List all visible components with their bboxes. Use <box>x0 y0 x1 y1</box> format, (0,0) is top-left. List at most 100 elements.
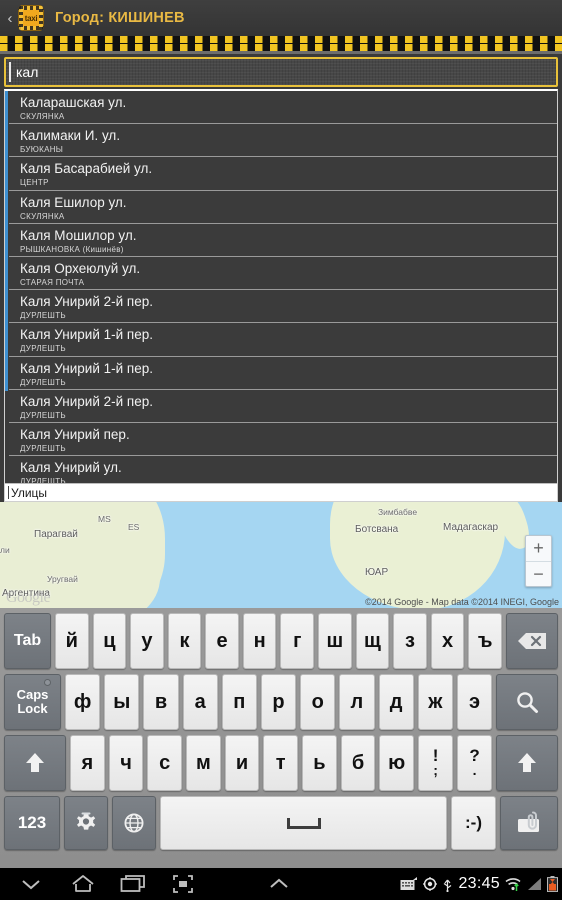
recents-icon[interactable] <box>120 874 146 894</box>
search-icon[interactable] <box>496 674 559 730</box>
suggestion-district: ДУРЛЕШТЬ <box>20 344 66 354</box>
status-icon-tray: 23:45 <box>400 868 558 900</box>
usb-glyph <box>444 879 452 892</box>
key-ы[interactable]: ы <box>104 674 140 730</box>
keyboard-row-4: 123 :-) <box>4 796 558 850</box>
wifi-glyph <box>505 877 521 891</box>
clipboard-glyph <box>518 811 539 832</box>
suggestion-item[interactable]: Каля Мошилор ул. РЫШКАНОВКА (Кишинёв) <box>9 223 557 257</box>
key-spacebar[interactable] <box>160 796 447 850</box>
map-label: Ботсвана <box>355 524 399 535</box>
key-caps-lock[interactable]: Caps Lock <box>4 674 61 730</box>
suggestion-item[interactable]: Каля Орхеюлуй ул. СТАРАЯ ПОЧТА <box>9 256 557 291</box>
signal-glyph <box>528 878 541 890</box>
key-у[interactable]: у <box>130 613 164 669</box>
gear-icon[interactable] <box>64 796 108 850</box>
key-е[interactable]: е <box>205 613 239 669</box>
key-т[interactable]: т <box>263 735 299 791</box>
suggestion-item[interactable]: Каля Унирий 1-й пер. ДУРЛЕШТЬ <box>9 323 557 357</box>
key-о[interactable]: о <box>300 674 336 730</box>
key-д[interactable]: д <box>378 674 414 730</box>
key-ч[interactable]: ч <box>108 735 144 791</box>
key-tab[interactable]: Tab <box>4 613 51 669</box>
suggestion-district: СКУЛЯНКА <box>20 211 65 221</box>
key-а[interactable]: а <box>182 674 218 730</box>
suggestion-item[interactable]: Каля Басарабией ул. ЦЕНТР <box>9 157 557 191</box>
key-п[interactable]: п <box>221 674 257 730</box>
key-emoji[interactable]: :-) <box>451 796 496 850</box>
suggestion-street-name: Каля Унирий ул. <box>20 460 122 476</box>
hide-keyboard-chevron-icon[interactable] <box>20 877 42 891</box>
suggestion-item[interactable]: Каля Ешилор ул. СКУЛЯНКА <box>9 190 557 224</box>
shift-arrow-icon[interactable] <box>4 735 66 791</box>
taxi-checker-stripe <box>0 36 562 51</box>
suggestion-item[interactable]: Каля Унирий 2-й пер. ДУРЛЕШТЬ <box>9 290 557 324</box>
suggestion-street-name: Калимаки И. ул. <box>20 128 121 144</box>
key-к[interactable]: к <box>167 613 202 669</box>
expand-chevron-icon[interactable] <box>268 877 290 891</box>
clipboard-icon[interactable] <box>500 796 558 850</box>
suggestion-item[interactable]: Каларашская ул. СКУЛЯНКА <box>9 91 557 125</box>
key-э[interactable]: э <box>456 674 493 730</box>
suggestion-item[interactable]: Калимаки И. ул. БУЮКАНЫ <box>9 124 557 158</box>
dropdown-scrollbar[interactable] <box>5 91 8 391</box>
key-question-period[interactable]: ? . <box>457 735 493 791</box>
key-н[interactable]: н <box>242 613 277 669</box>
suggestion-item[interactable]: Каля Унирий 2-й пер. ДУРЛЕШТЬ <box>9 389 557 423</box>
backspace-icon[interactable] <box>505 613 558 669</box>
key-ф[interactable]: ф <box>65 674 101 730</box>
key-я[interactable]: я <box>70 735 105 791</box>
key-ъ[interactable]: ъ <box>468 613 502 669</box>
suggestion-street-name: Каля Унирий пер. <box>20 426 130 442</box>
dropdown-footer-label: Улицы <box>11 485 48 500</box>
key-м[interactable]: м <box>186 735 221 791</box>
map-zoom-controls[interactable]: + − <box>525 535 552 587</box>
system-navigation-bar: 23:45 <box>0 868 562 900</box>
key-exclamation-semicolon[interactable]: ! ; <box>418 735 454 791</box>
keyboard-status-icon[interactable] <box>400 877 418 891</box>
taxi-app-icon[interactable]: taxi <box>18 5 44 31</box>
key-б[interactable]: б <box>340 735 376 791</box>
key-punct2-bottom: . <box>472 762 477 778</box>
suggestion-district: ДУРЛЕШТЬ <box>20 443 66 453</box>
key-punct1-top: ! <box>432 746 439 765</box>
key-р[interactable]: р <box>260 674 297 730</box>
key-щ[interactable]: щ <box>355 613 390 669</box>
key-ю[interactable]: ю <box>379 735 415 791</box>
map-label: ES <box>128 522 140 532</box>
taxi-icon-checker-left <box>19 6 23 30</box>
key-й[interactable]: й <box>55 613 89 669</box>
key-в[interactable]: в <box>143 674 179 730</box>
globe-icon[interactable] <box>112 796 156 850</box>
map-label: ли <box>0 545 10 555</box>
key-ц[interactable]: ц <box>92 613 127 669</box>
key-г[interactable]: г <box>280 613 315 669</box>
shift-glyph-right <box>518 753 537 772</box>
map-zoom-out-button[interactable]: − <box>526 562 551 587</box>
key-ж[interactable]: ж <box>417 674 453 730</box>
key-с[interactable]: с <box>147 735 183 791</box>
suggestion-item[interactable]: Каля Унирий пер. ДУРЛЕШТЬ <box>9 422 557 457</box>
key-ш[interactable]: ш <box>318 613 352 669</box>
suggestion-district: СКУЛЯНКА <box>20 112 65 121</box>
home-icon[interactable] <box>71 874 95 894</box>
suggestion-district: СТАРАЯ ПОЧТА <box>20 277 85 287</box>
search-field-container[interactable] <box>4 57 558 87</box>
suggestion-item[interactable]: Каля Унирий 1-й пер. ДУРЛЕШТЬ <box>9 356 557 390</box>
caps-lock-label-line1: Caps <box>16 687 49 702</box>
key-ь[interactable]: ь <box>302 735 337 791</box>
key-л[interactable]: л <box>339 674 375 730</box>
key-numbers-mode[interactable]: 123 <box>4 796 60 850</box>
map-zoom-in-button[interactable]: + <box>526 536 551 561</box>
shift-arrow-icon-right[interactable] <box>496 735 559 791</box>
back-button[interactable]: ‹ <box>3 11 17 26</box>
screenshot-icon[interactable] <box>172 874 194 894</box>
key-х[interactable]: х <box>430 613 465 669</box>
suggestion-district: ЦЕНТР <box>20 178 49 188</box>
key-и[interactable]: и <box>224 735 260 791</box>
key-з[interactable]: з <box>393 613 427 669</box>
globe-glyph <box>124 813 144 833</box>
suggestion-street-name: Каля Унирий 2-й пер. <box>20 393 153 409</box>
search-input[interactable] <box>16 64 516 80</box>
map-view[interactable]: MS ES Парагвай ли Уругвай Аргентина Зимбабве Бо… <box>0 502 562 608</box>
